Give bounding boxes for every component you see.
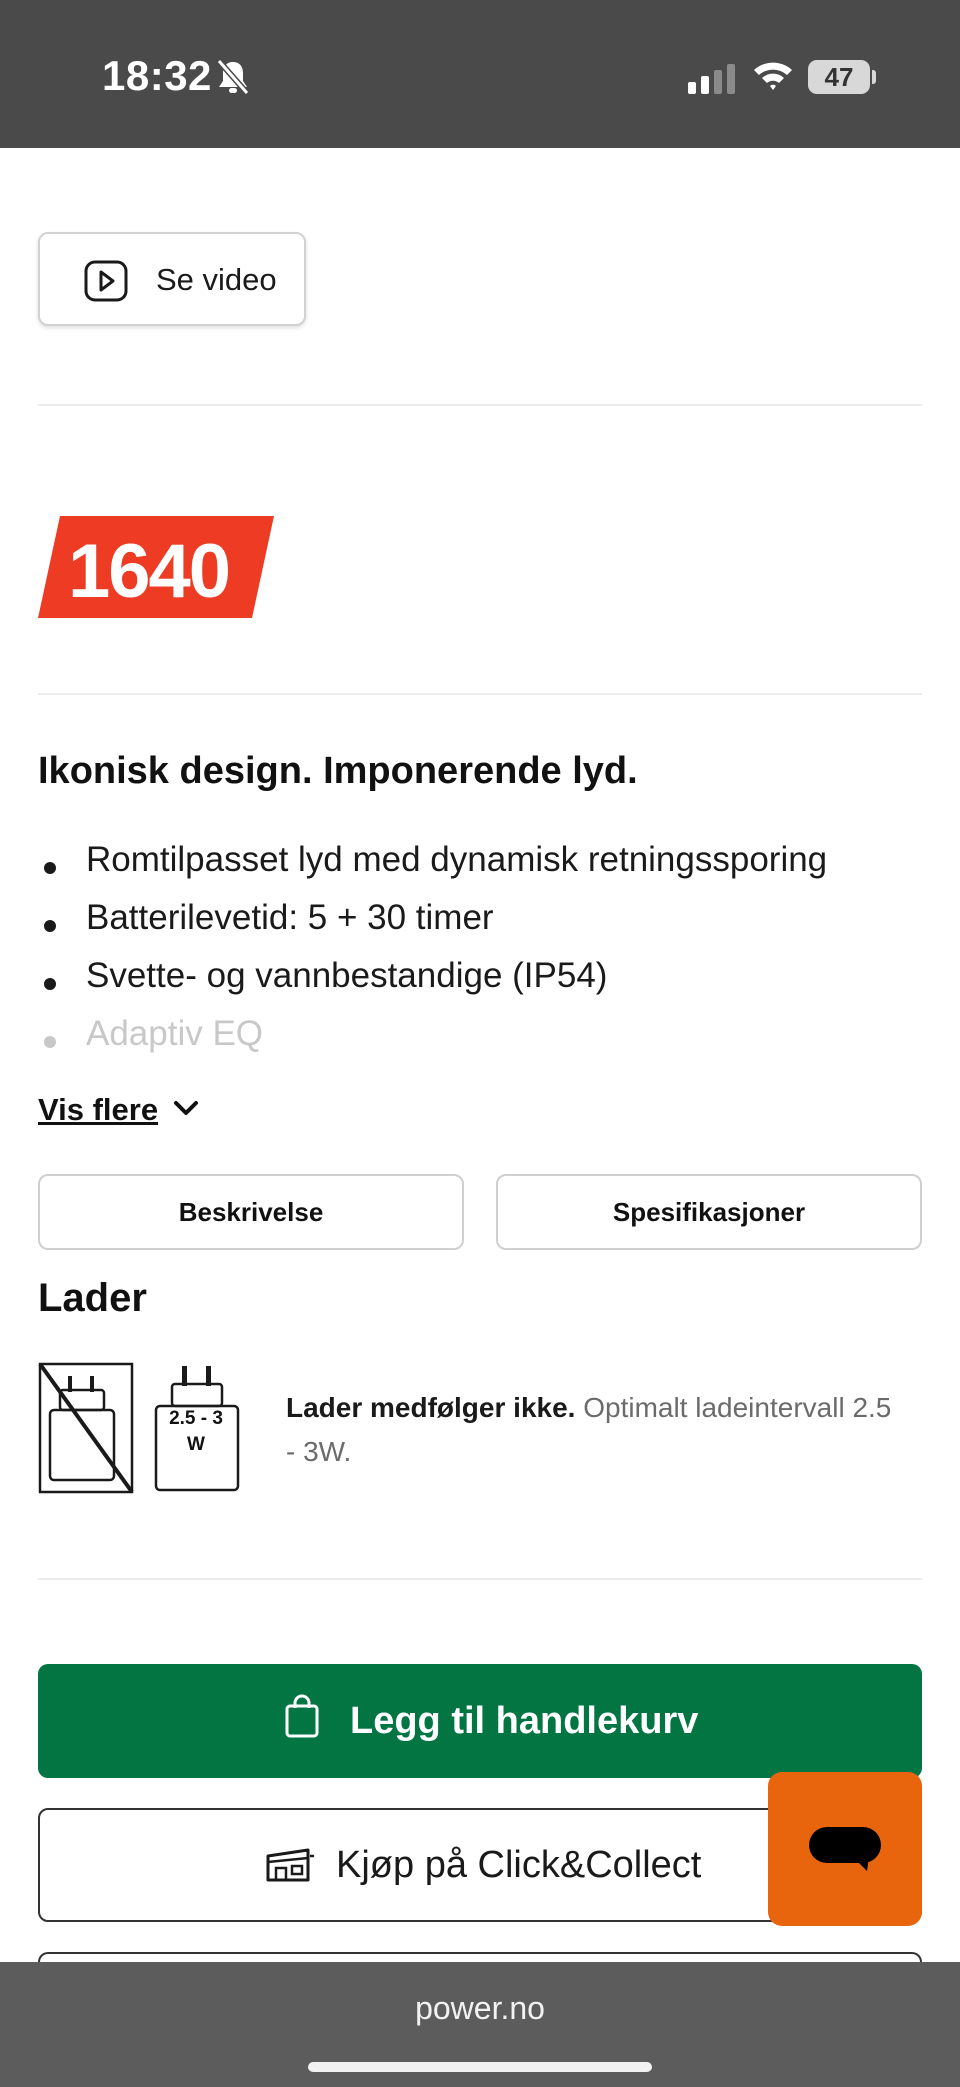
charger-heading: Lader	[38, 1276, 147, 1320]
play-icon	[84, 260, 128, 307]
charger-wattage-top: 2.5 - 3	[169, 1408, 223, 1429]
feature-item: Svette- og vannbestandige (IP54)	[38, 956, 827, 1014]
url-text[interactable]: power.no	[0, 1990, 960, 2027]
price-badge: 1640	[38, 516, 274, 623]
chat-bubble-icon	[809, 1827, 881, 1894]
status-time: 18:32	[102, 52, 212, 99]
charger-info-text: Lader medfølger ikke. Optimalt ladeinter…	[286, 1386, 906, 1474]
divider	[38, 1578, 922, 1580]
show-more-link[interactable]: Vis flere	[38, 1092, 158, 1128]
chevron-down-icon[interactable]	[172, 1098, 200, 1123]
browser-url-bar[interactable]: power.no	[0, 1962, 960, 2087]
bell-muted-icon	[216, 58, 250, 101]
signal-icon	[688, 64, 736, 99]
price-value: 1640	[68, 529, 231, 614]
add-to-cart-label: Legg til handlekurv	[350, 1700, 699, 1742]
feature-list: Romtilpasset lyd med dynamisk retningssp…	[38, 840, 827, 1072]
store-icon	[266, 1844, 316, 1889]
product-headline: Ikonisk design. Imponerende lyd.	[38, 750, 638, 792]
charger-not-included-icon	[38, 1362, 134, 1499]
battery-nub	[872, 70, 876, 84]
click-collect-label: Kjøp på Click&Collect	[336, 1844, 702, 1886]
home-indicator[interactable]	[308, 2062, 652, 2072]
status-bar: 18:32 47	[0, 0, 960, 148]
add-to-cart-button[interactable]: Legg til handlekurv	[38, 1664, 922, 1778]
feature-item: Adaptiv EQ	[38, 1014, 827, 1072]
charger-wattage-icon	[152, 1362, 240, 1499]
feature-item: Romtilpasset lyd med dynamisk retningssp…	[38, 840, 827, 898]
feature-item: Batterilevetid: 5 + 30 timer	[38, 898, 827, 956]
charger-info-bold: Lader medfølger ikke.	[286, 1392, 576, 1423]
watch-video-button[interactable]: Se video	[38, 232, 306, 326]
charger-wattage-unit: W	[187, 1434, 205, 1455]
battery-icon: 47	[808, 60, 870, 94]
shopping-bag-icon	[284, 1694, 320, 1743]
chat-button[interactable]	[768, 1772, 922, 1926]
wifi-icon	[752, 58, 794, 97]
divider	[38, 693, 922, 695]
tab-specifications[interactable]: Spesifikasjoner	[496, 1174, 922, 1250]
divider	[38, 404, 922, 406]
watch-video-label: Se video	[156, 262, 277, 297]
tab-description[interactable]: Beskrivelse	[38, 1174, 464, 1250]
